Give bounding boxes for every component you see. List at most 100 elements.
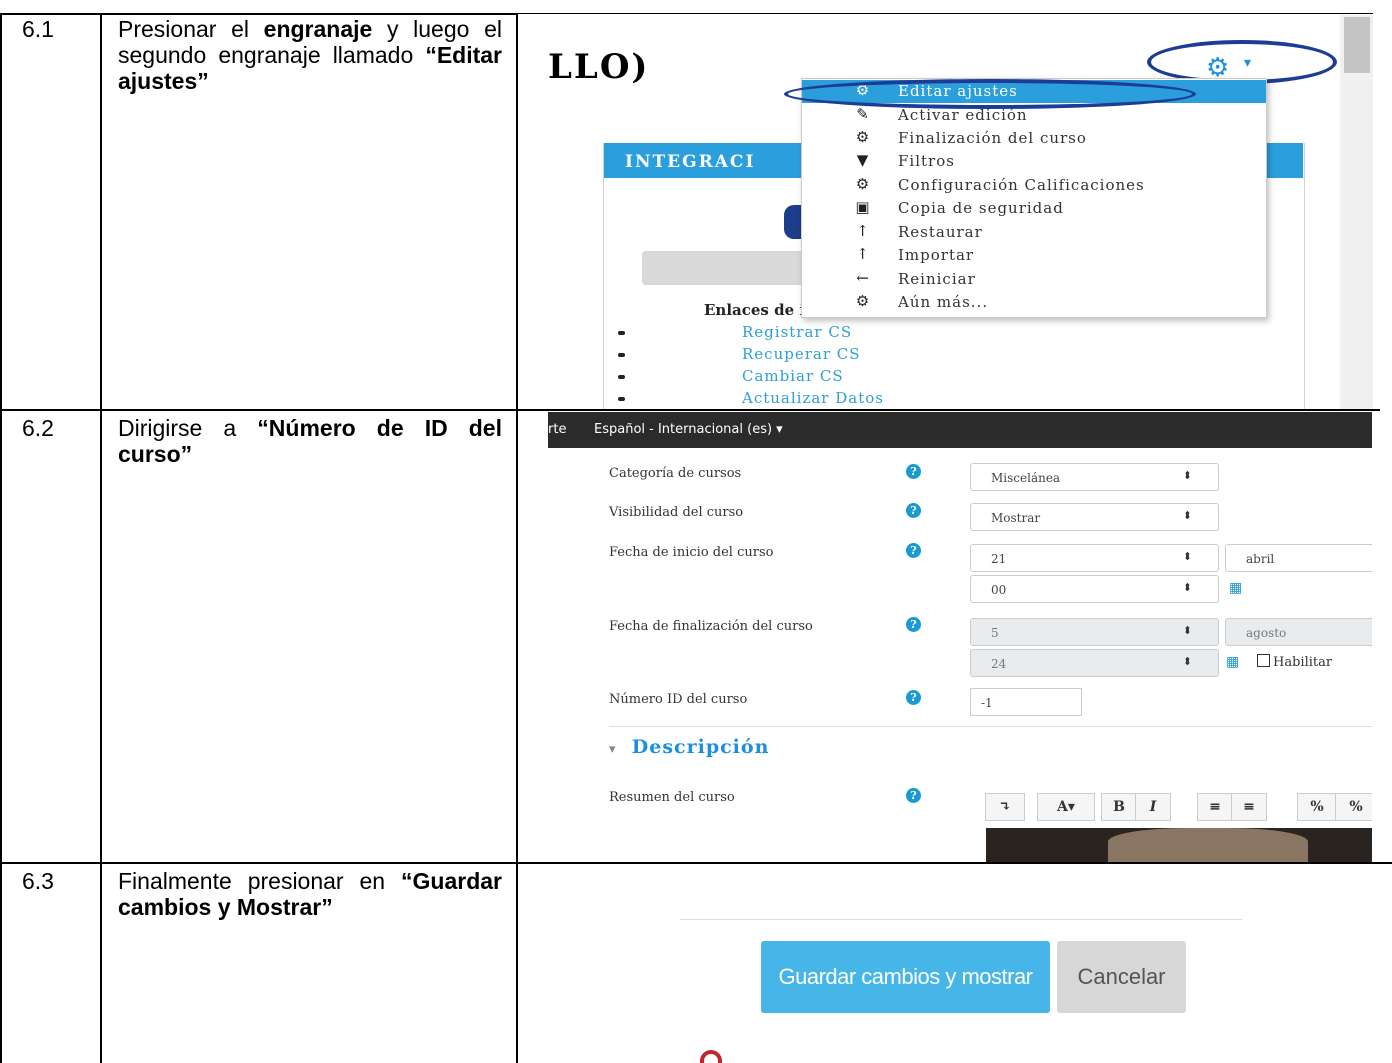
section-title: Descripción [631,736,770,758]
field-label: Fecha de inicio del curso [609,545,774,560]
start-minute-select[interactable]: 00 ⬍ [970,575,1219,603]
screenshot-save-buttons: Guardar cambios y mostrar Cancelar [680,864,1372,1063]
gear-icon: ⚙ [855,292,871,310]
scrollbar-thumb[interactable] [1344,17,1370,73]
select-value: agosto [1246,626,1287,640]
link-actualizar[interactable]: Actualizar Datos [742,389,884,407]
scrollbar[interactable] [1340,15,1373,409]
step-number: 6.1 [22,16,54,42]
menu-item-restaurar[interactable]: ↑ Restaurar [802,221,1266,244]
menu-item-copia[interactable]: ▣ Copia de seguridad [802,197,1266,220]
help-icon[interactable]: ? [906,690,921,705]
gear-icon: ⚙ [855,175,871,193]
link-recuperar[interactable]: Recuperar CS [742,345,861,363]
desc-text: Presionar el [118,16,264,42]
field-label: Número ID del curso [609,692,748,707]
filter-icon: ▼ [856,151,870,169]
course-title: LLO) [548,47,650,87]
nav-item[interactable]: rte [548,422,566,437]
save-and-display-button[interactable]: Guardar cambios y mostrar [761,941,1050,1013]
end-hour-select[interactable]: 24 ⬍ [970,649,1219,677]
menu-item-finalizacion[interactable]: ⚙ Finalización del curso [802,127,1266,150]
updown-icon: ⬍ [1182,509,1192,522]
select-value: Mostrar [991,511,1041,525]
field-label: Visibilidad del curso [609,505,744,520]
calendar-icon[interactable]: ▦ [1226,654,1239,670]
desc-bold: engranaje [263,16,373,42]
step-description: Dirigirse a “Número de ID del curso” [118,415,502,467]
language-menu[interactable]: Español - Internacional (es) ▾ [594,422,783,437]
select-value: 24 [991,657,1007,671]
divider [609,726,1372,727]
menu-item-label: Importar [898,246,975,264]
calendar-icon[interactable]: ▦ [1229,580,1242,596]
help-icon[interactable]: ? [906,617,921,632]
link-icon[interactable]: % [1297,793,1337,821]
link-cambiar[interactable]: Cambiar CS [742,367,844,385]
bold-button[interactable]: B [1101,793,1137,821]
section-heading[interactable]: ▾ Descripción [609,736,769,758]
screenshot-course-settings: rte Español - Internacional (es) ▾ Categ… [548,412,1372,862]
bullet [618,397,625,401]
table-left-border [0,13,2,1063]
menu-item-label: Restaurar [898,223,983,241]
numbered-list-icon[interactable]: ≡ [1231,793,1267,821]
menu-item-importar[interactable]: ↑ Importar [802,244,1266,267]
select-value: 00 [991,583,1007,597]
course-id-input[interactable]: -1 [970,688,1082,716]
divider [680,919,1242,920]
col-divider-1 [100,13,102,1063]
updown-icon: ⬍ [1182,655,1192,668]
cancel-button[interactable]: Cancelar [1057,941,1186,1013]
step-description: Presionar el engranaje y luego el segund… [118,16,502,94]
select-value: 5 [991,626,999,640]
help-icon[interactable]: ? [906,788,921,803]
italic-button[interactable]: I [1135,793,1171,821]
menu-item-calificaciones[interactable]: ⚙ Configuración Calificaciones [802,174,1266,197]
menu-item-label: Copia de seguridad [898,199,1064,217]
menu-item-label: Filtros [898,152,955,170]
select-value: abril [1246,552,1275,566]
step-number: 6.3 [22,868,54,894]
end-day-select[interactable]: 5 ⬍ [970,618,1219,646]
font-size-button[interactable]: A▾ [1037,793,1095,821]
bullet [618,375,625,379]
updown-icon: ⬍ [1182,469,1192,482]
menu-item-reiniciar[interactable]: ← Reiniciar [802,268,1266,291]
unlink-icon[interactable]: % [1335,793,1372,821]
enable-checkbox[interactable]: Habilitar [1257,654,1332,670]
top-navbar: rte Español - Internacional (es) ▾ [548,412,1372,448]
desc-text: Finalmente presionar en [118,868,402,894]
bullet [618,353,625,357]
field-label: Resumen del curso [609,790,735,805]
input-value: -1 [981,696,993,710]
updown-icon: ⬍ [1182,624,1192,637]
checkbox-icon [1257,654,1270,667]
bullet-list-icon[interactable]: ≡ [1197,793,1233,821]
save-icon: ▣ [855,198,871,216]
updown-icon: ⬍ [1182,581,1192,594]
field-label: Fecha de finalización del curso [609,619,813,634]
gear-icon: ⚙ [855,128,871,146]
bullet [618,331,625,335]
upload-icon: ↑ [856,222,870,240]
end-month-select[interactable]: agosto [1225,618,1372,646]
menu-item-aun-mas[interactable]: ⚙ Aún más... [802,291,1266,314]
table-top-border [0,13,518,15]
start-day-select[interactable]: 21 ⬍ [970,544,1219,572]
updown-icon: ⬍ [1182,550,1192,563]
category-select[interactable]: Miscelánea ⬍ [970,463,1219,491]
help-icon[interactable]: ? [906,543,921,558]
visibility-select[interactable]: Mostrar ⬍ [970,503,1219,531]
pencil-icon: ✎ [856,105,870,123]
help-icon[interactable]: ? [906,464,921,479]
toolbar-button[interactable]: ↴ [985,793,1025,821]
menu-item-filtros[interactable]: ▼ Filtros [802,150,1266,173]
checkbox-label: Habilitar [1273,655,1333,670]
desc-text: Dirigirse a [118,415,258,441]
help-icon[interactable]: ? [906,503,921,518]
menu-item-label: Finalización del curso [898,129,1087,147]
link-registrar[interactable]: Registrar CS [742,323,852,341]
screenshot-settings-menu: LLO) ⚙ ▾ INTEGRACI Enlaces de interés Re… [518,15,1373,409]
start-month-select[interactable]: abril [1225,544,1372,572]
